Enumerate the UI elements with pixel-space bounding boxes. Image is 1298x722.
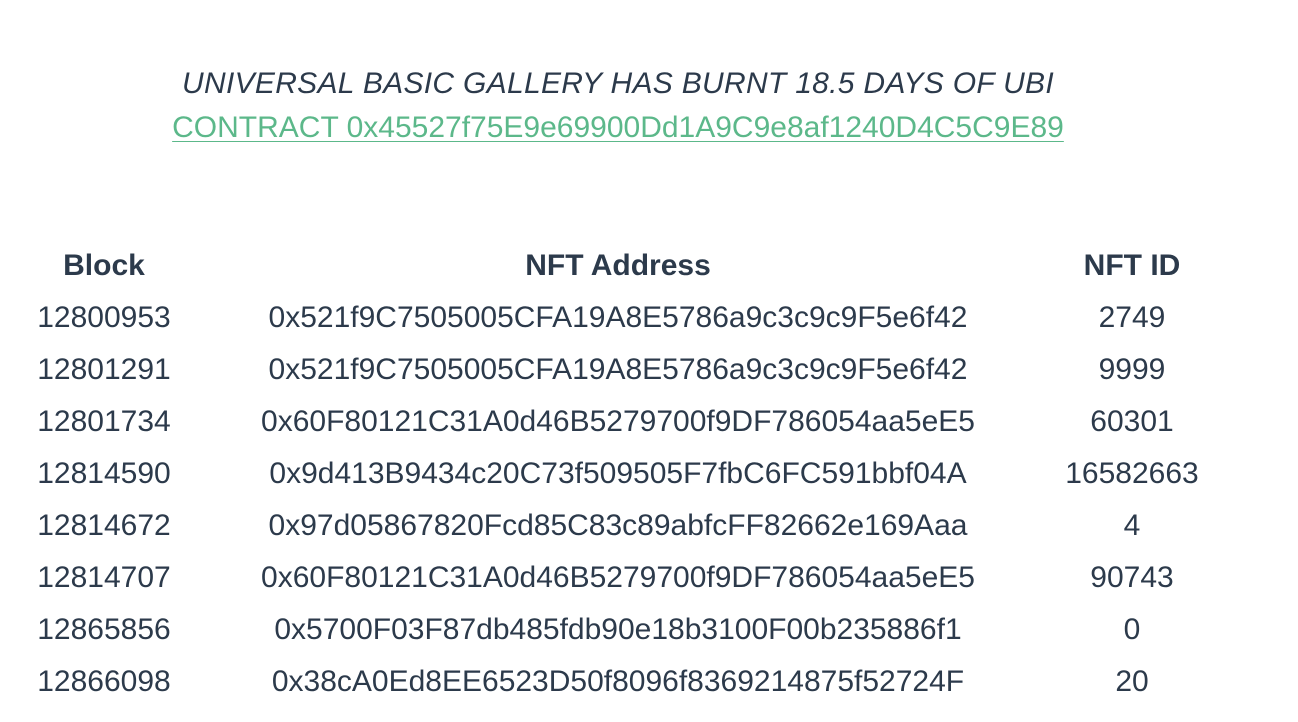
nft-address-cell: 0x521f9C7505005CFA19A8E5786a9c3c9c9F5e6f…	[268, 353, 968, 386]
column-header-block: Block	[63, 249, 145, 282]
table-row: 12814707 0x60F80121C31A0d46B5279700f9DF7…	[14, 552, 1222, 604]
block-cell: 12865856	[37, 613, 171, 646]
table-row: 12866098 0x38cA0Ed8EE6523D50f8096f836921…	[14, 656, 1222, 708]
column-header-nft-id: NFT ID	[1083, 249, 1181, 282]
column-header-nft-address: NFT Address	[525, 249, 711, 282]
table-header-row: Block NFT Address NFT ID	[14, 240, 1222, 292]
block-cell: 12801734	[37, 405, 171, 438]
nft-id-cell: 16582663	[1065, 457, 1199, 490]
nft-address-cell: 0x9d413B9434c20C73f509505F7fbC6FC591bbf0…	[269, 457, 967, 490]
nft-id-cell: 9999	[1098, 353, 1166, 386]
block-cell: 12814672	[37, 509, 171, 542]
table-row: 12814590 0x9d413B9434c20C73f509505F7fbC6…	[14, 448, 1222, 500]
block-cell: 12800953	[37, 301, 171, 334]
page-header: UNIVERSAL BASIC GALLERY HAS BURNT 18.5 D…	[0, 62, 1236, 150]
block-cell: 12866098	[37, 665, 171, 698]
nft-id-cell: 20	[1115, 665, 1149, 698]
table-row: 12801291 0x521f9C7505005CFA19A8E5786a9c3…	[14, 344, 1222, 396]
contract-link[interactable]: CONTRACT 0x45527f75E9e69900Dd1A9C9e8af12…	[172, 106, 1064, 150]
nft-address-cell: 0x97d05867820Fcd85C83c89abfcFF82662e169A…	[268, 509, 968, 542]
nft-id-cell: 90743	[1090, 561, 1174, 594]
nft-id-cell: 0	[1123, 613, 1141, 646]
nft-address-cell: 0x521f9C7505005CFA19A8E5786a9c3c9c9F5e6f…	[268, 301, 968, 334]
nft-address-cell: 0x38cA0Ed8EE6523D50f8096f8369214875f5272…	[271, 665, 965, 698]
nft-address-cell: 0x60F80121C31A0d46B5279700f9DF786054aa5e…	[261, 561, 975, 594]
nft-address-cell: 0x60F80121C31A0d46B5279700f9DF786054aa5e…	[261, 405, 975, 438]
nft-id-cell: 60301	[1090, 405, 1174, 438]
block-cell: 12814590	[37, 457, 171, 490]
table-row: 12865856 0x5700F03F87db485fdb90e18b3100F…	[14, 604, 1222, 656]
block-cell: 12801291	[37, 353, 171, 386]
burn-summary-headline: UNIVERSAL BASIC GALLERY HAS BURNT 18.5 D…	[182, 67, 1054, 100]
table-row: 12814672 0x97d05867820Fcd85C83c89abfcFF8…	[14, 500, 1222, 552]
nft-id-cell: 2749	[1098, 301, 1166, 334]
burn-table: Block NFT Address NFT ID 12800953 0x521f…	[14, 240, 1222, 708]
block-cell: 12814707	[37, 561, 171, 594]
nft-id-cell: 4	[1123, 509, 1141, 542]
table-row: 12801734 0x60F80121C31A0d46B5279700f9DF7…	[14, 396, 1222, 448]
table-row: 12800953 0x521f9C7505005CFA19A8E5786a9c3…	[14, 292, 1222, 344]
nft-address-cell: 0x5700F03F87db485fdb90e18b3100F00b235886…	[274, 613, 962, 646]
